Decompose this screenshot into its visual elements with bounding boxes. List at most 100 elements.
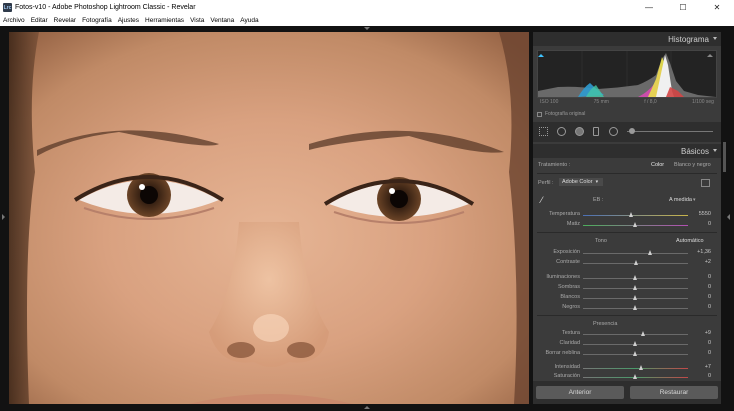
wb-label: EB : [593, 197, 604, 203]
menu-archivo[interactable]: Archivo [3, 17, 25, 24]
tone-auto-button[interactable]: Automático [676, 238, 704, 244]
slider-value[interactable]: 0 [687, 373, 711, 379]
slider-track[interactable] [583, 368, 688, 369]
slider-track[interactable] [583, 253, 688, 254]
graduated-filter-icon[interactable] [593, 127, 599, 136]
right-panel-toggle-icon[interactable] [727, 214, 730, 220]
wb-select[interactable]: A medida [669, 197, 692, 203]
left-panel-toggle-strip[interactable] [0, 32, 9, 404]
slider-label: Intensidad [554, 364, 580, 370]
treatment-bw-option[interactable]: Blanco y negro [674, 162, 711, 168]
slider-knob[interactable] [633, 374, 637, 379]
menu-ventana[interactable]: Ventana [210, 17, 234, 24]
slider-texture[interactable]: Textura +9 [533, 329, 721, 338]
slider-temperature[interactable]: Temperatura 5550 [533, 210, 721, 219]
checkbox[interactable] [537, 111, 542, 117]
maximize-button[interactable]: ☐ [666, 0, 700, 15]
slider-clarity[interactable]: Claridad 0 [533, 339, 721, 348]
original-photo-toggle[interactable]: Fotografía original [537, 111, 585, 117]
menu-revelar[interactable]: Revelar [54, 17, 76, 24]
slider-tint[interactable]: Matiz 0 [533, 220, 721, 229]
right-panel-toggle-strip[interactable] [721, 32, 734, 404]
photo-canvas[interactable] [9, 32, 529, 404]
divider [537, 315, 717, 316]
slider-label: Textura [561, 330, 580, 336]
slider-knob[interactable] [633, 341, 637, 346]
slider-value[interactable]: +2 [687, 259, 711, 265]
histogram[interactable] [537, 50, 717, 98]
focal-length-value: 75 mm [593, 99, 609, 105]
profile-value: Adobe Color [562, 179, 593, 185]
profile-select[interactable]: Adobe Color ▾ [559, 178, 603, 186]
slider-knob[interactable] [633, 295, 637, 300]
slider-shadows[interactable]: Sombras 0 [533, 283, 721, 292]
slider-value[interactable]: 0 [687, 350, 711, 356]
profile-browser-icon[interactable] [701, 179, 710, 187]
slider-knob[interactable] [633, 305, 637, 310]
brush-icon[interactable] [629, 128, 635, 134]
menu-vista[interactable]: Vista [190, 17, 204, 24]
menu-herramientas[interactable]: Herramientas [145, 17, 184, 24]
slider-knob[interactable] [629, 212, 633, 217]
basics-title: Básicos [680, 146, 709, 156]
eyedropper-icon[interactable]: ⁄ [541, 195, 543, 205]
slider-saturation[interactable]: Saturación 0 [533, 372, 721, 381]
slider-dehaze[interactable]: Borrar neblina 0 [533, 349, 721, 358]
top-panel-toggle-icon[interactable] [364, 27, 370, 30]
window-controls: — ☐ ✕ [632, 0, 734, 15]
crop-icon[interactable] [539, 127, 548, 136]
menu-fotografia[interactable]: Fotografía [82, 17, 112, 24]
menu-ajustes[interactable]: Ajustes [118, 17, 139, 24]
panel-scrollbar[interactable] [723, 142, 726, 172]
tool-strip [533, 122, 721, 142]
close-button[interactable]: ✕ [700, 0, 734, 15]
slider-knob[interactable] [634, 260, 638, 265]
slider-value[interactable]: 0 [687, 304, 711, 310]
slider-value[interactable]: 5550 [687, 211, 711, 217]
slider-vibrance[interactable]: Intensidad +7 [533, 363, 721, 372]
previous-button[interactable]: Anterior [536, 386, 624, 399]
collapse-icon[interactable] [713, 149, 717, 152]
profile-label: Perfil : [538, 180, 554, 186]
chevron-down-icon[interactable]: ▾ [693, 197, 696, 203]
slider-value[interactable]: 0 [687, 284, 711, 290]
slider-value[interactable]: +7 [687, 364, 711, 370]
slider-value[interactable]: 0 [687, 340, 711, 346]
slider-value[interactable]: 0 [687, 294, 711, 300]
menu-ayuda[interactable]: Ayuda [240, 17, 258, 24]
slider-knob[interactable] [641, 331, 645, 336]
slider-value[interactable]: 0 [687, 221, 711, 227]
original-label: Fotografía original [545, 111, 586, 117]
slider-knob[interactable] [633, 351, 637, 356]
slider-contrast[interactable]: Contraste +2 [533, 258, 721, 267]
spot-removal-icon[interactable] [557, 127, 566, 136]
red-eye-icon[interactable] [575, 127, 584, 136]
slider-exposure[interactable]: Exposición +1,36 [533, 248, 721, 257]
radial-filter-icon[interactable] [609, 127, 618, 136]
slider-value[interactable]: +1,36 [687, 249, 711, 255]
minimize-button[interactable]: — [632, 0, 666, 15]
reset-button[interactable]: Restaurar [630, 386, 718, 399]
left-panel-toggle-icon[interactable] [2, 214, 5, 220]
histogram-header[interactable]: Histograma [533, 32, 721, 46]
menu-editar[interactable]: Editar [31, 17, 48, 24]
slider-track[interactable] [583, 215, 688, 216]
slider-label: Blancos [560, 294, 580, 300]
filmstrip-toggle-icon[interactable] [364, 406, 370, 409]
slider-track[interactable] [583, 334, 688, 335]
slider-knob[interactable] [639, 365, 643, 370]
slider-knob[interactable] [633, 222, 637, 227]
filmstrip-toggle-strip[interactable] [0, 404, 734, 411]
slider-highlights[interactable]: Iluminaciones 0 [533, 273, 721, 282]
basics-header[interactable]: Básicos [533, 144, 721, 158]
collapse-icon[interactable] [713, 37, 717, 40]
slider-value[interactable]: +9 [687, 330, 711, 336]
treatment-color-option[interactable]: Color [651, 162, 664, 168]
slider-whites[interactable]: Blancos 0 [533, 293, 721, 302]
slider-knob[interactable] [633, 285, 637, 290]
slider-knob[interactable] [633, 275, 637, 280]
slider-blacks[interactable]: Negros 0 [533, 303, 721, 312]
slider-knob[interactable] [648, 250, 652, 255]
brush-size-slider[interactable] [627, 131, 713, 132]
slider-value[interactable]: 0 [687, 274, 711, 280]
